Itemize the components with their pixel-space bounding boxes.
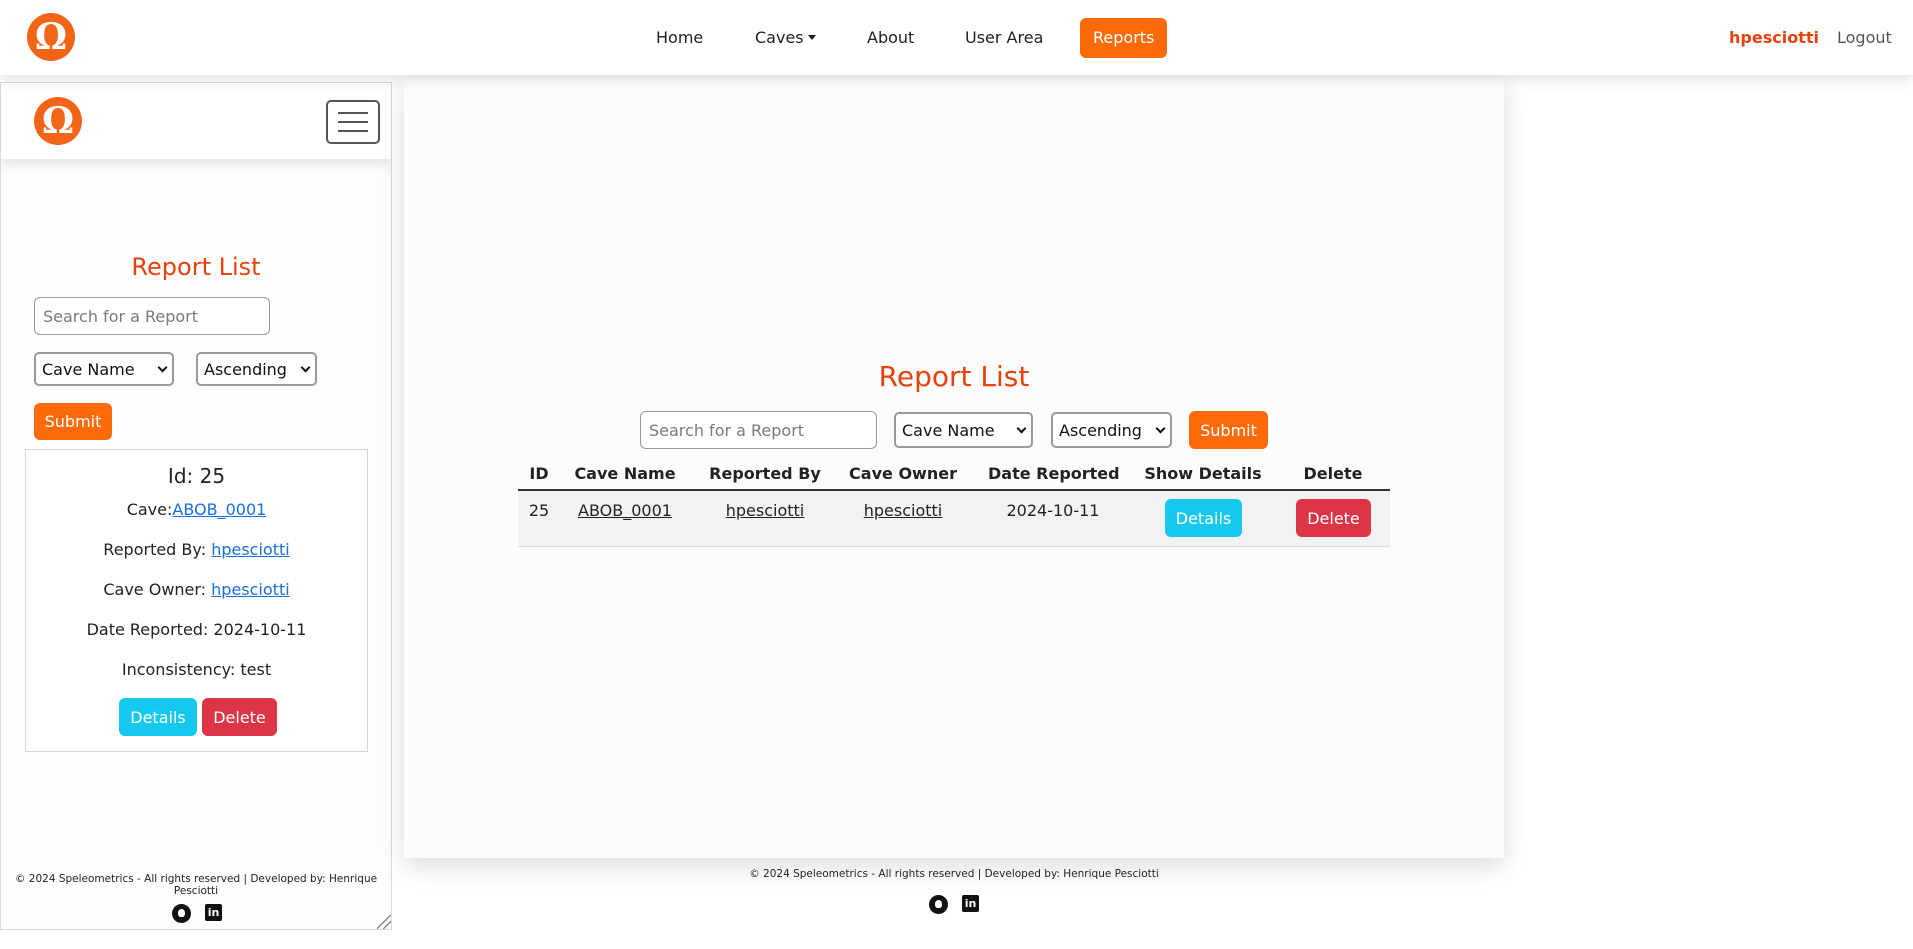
- hamburger-bar: [338, 130, 368, 132]
- report-reported-by-line: Reported By: hpesciotti: [26, 540, 367, 559]
- cave-label: Cave:: [126, 500, 173, 519]
- cell-reported-by-link[interactable]: hpesciotti: [705, 501, 825, 520]
- sort-field-select[interactable]: Cave Name: [34, 352, 174, 386]
- username-label[interactable]: hpesciotti: [1729, 18, 1819, 58]
- nav-reports[interactable]: Reports: [1080, 18, 1168, 58]
- sort-order-select[interactable]: Ascending: [196, 352, 317, 386]
- nav-home[interactable]: Home: [656, 18, 703, 58]
- cell-id: 25: [528, 501, 550, 520]
- mobile-preview-panel: Ω Report List Cave Name Ascending Submit…: [0, 82, 392, 930]
- sort-field-value: Cave Name: [902, 420, 995, 440]
- col-delete: Delete: [1303, 464, 1363, 483]
- sort-order-value: Ascending: [1059, 420, 1142, 440]
- search-input[interactable]: [640, 411, 877, 449]
- mobile-header: Ω: [1, 83, 391, 159]
- details-button[interactable]: Details: [1165, 499, 1242, 537]
- page-title: Report List: [878, 360, 1030, 393]
- report-cave-line: Cave:ABOB_0001: [26, 500, 367, 519]
- submit-button[interactable]: Submit: [34, 403, 112, 440]
- sort-order-select[interactable]: Ascending: [1051, 412, 1172, 448]
- sort-order-value: Ascending: [204, 359, 287, 379]
- nav-links: Home Caves About User Area Reports: [0, 18, 1913, 58]
- chevron-down-icon: [1016, 423, 1027, 433]
- delete-button[interactable]: Delete: [1296, 499, 1371, 537]
- col-cave-owner: Cave Owner: [849, 464, 957, 483]
- sort-field-value: Cave Name: [42, 359, 135, 379]
- footer-icons: in: [929, 895, 979, 914]
- hamburger-bar: [338, 121, 368, 123]
- col-reported-by: Reported By: [709, 464, 821, 483]
- reported-by-label: Reported By:: [103, 540, 212, 559]
- owner-link[interactable]: hpesciotti: [211, 580, 290, 599]
- col-date-reported: Date Reported: [988, 464, 1120, 483]
- linkedin-icon[interactable]: in: [962, 895, 979, 912]
- col-id: ID: [529, 464, 549, 483]
- submit-button[interactable]: Submit: [1189, 411, 1268, 449]
- github-icon[interactable]: [929, 895, 948, 914]
- table-row: 25 ABOB_0001 hpesciotti hpesciotti 2024-…: [518, 491, 1390, 547]
- cave-link[interactable]: ABOB_0001: [172, 500, 266, 519]
- nav-caves-dropdown[interactable]: Caves: [755, 18, 816, 58]
- col-cave-name: Cave Name: [574, 464, 676, 483]
- details-button[interactable]: Details: [119, 698, 197, 736]
- report-owner-line: Cave Owner: hpesciotti: [26, 580, 367, 599]
- cell-cave-name-link[interactable]: ABOB_0001: [570, 501, 680, 520]
- cell-cave-owner-link[interactable]: hpesciotti: [848, 501, 958, 520]
- main-content: Report List Cave Name Ascending Submit I…: [404, 78, 1504, 858]
- report-date-line: Date Reported: 2024-10-11: [86, 620, 307, 639]
- chevron-down-icon: [300, 362, 311, 372]
- github-icon[interactable]: [172, 904, 191, 923]
- owner-label: Cave Owner:: [103, 580, 212, 599]
- reported-by-link[interactable]: hpesciotti: [211, 540, 290, 559]
- table-header: ID Cave Name Reported By Cave Owner Date…: [518, 458, 1390, 491]
- footer-text: © 2024 Speleometrics - All rights reserv…: [14, 873, 378, 897]
- hamburger-menu-button[interactable]: [326, 100, 380, 144]
- search-input[interactable]: [34, 297, 270, 335]
- footer-text: © 2024 Speleometrics - All rights reserv…: [749, 868, 1159, 880]
- resize-grip[interactable]: [377, 915, 391, 929]
- chevron-down-icon: [1155, 423, 1166, 433]
- footer-icons: in: [172, 904, 222, 923]
- cell-date-reported: 2024-10-11: [1006, 501, 1100, 520]
- chevron-down-icon: [157, 362, 168, 372]
- omega-logo[interactable]: Ω: [34, 97, 82, 145]
- hamburger-bar: [338, 112, 368, 114]
- report-inconsistency-line: Inconsistency: test: [121, 660, 272, 679]
- nav-user-area[interactable]: User Area: [965, 18, 1043, 58]
- nav-about[interactable]: About: [867, 18, 914, 58]
- linkedin-icon[interactable]: in: [205, 904, 222, 921]
- top-navbar: Ω Home Caves About User Area Reports hpe…: [0, 0, 1913, 75]
- delete-button[interactable]: Delete: [202, 698, 277, 736]
- page-title: Report List: [131, 253, 261, 281]
- col-show-details: Show Details: [1144, 464, 1262, 483]
- logout-link[interactable]: Logout: [1837, 18, 1892, 58]
- report-card: Id: 25 Cave:ABOB_0001 Reported By: hpesc…: [25, 449, 368, 752]
- sort-field-select[interactable]: Cave Name: [894, 412, 1033, 448]
- report-id: Id: 25: [167, 464, 226, 488]
